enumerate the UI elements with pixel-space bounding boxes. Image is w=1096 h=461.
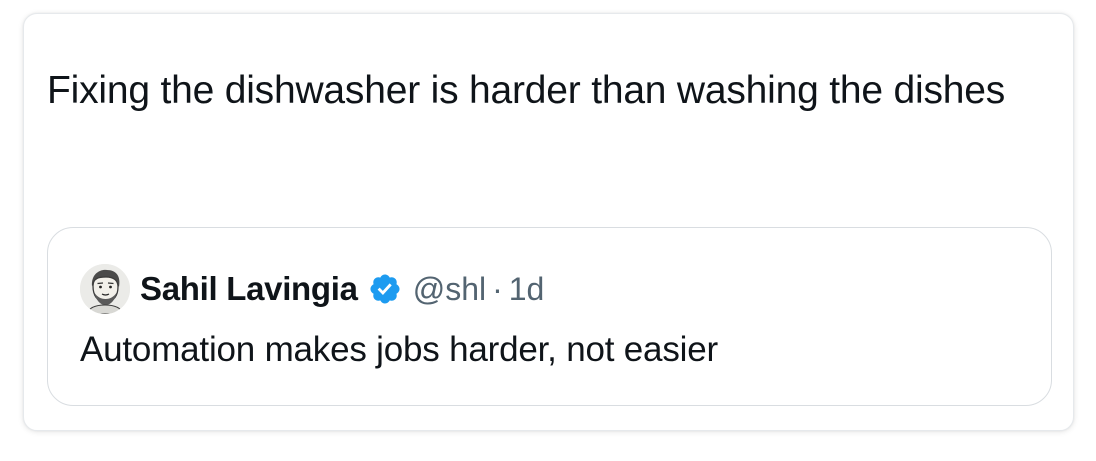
quoted-post-header: Sahil Lavingia @shl · 1d <box>80 264 544 314</box>
separator-dot: · <box>492 270 503 307</box>
verified-badge-icon <box>368 272 402 306</box>
quoted-post[interactable]: Sahil Lavingia @shl · 1d Automation make… <box>47 227 1052 406</box>
author-name[interactable]: Sahil Lavingia <box>140 270 358 308</box>
post-card[interactable]: Fixing the dishwasher is harder than was… <box>23 13 1074 431</box>
post-text: Fixing the dishwasher is harder than was… <box>47 69 1006 112</box>
avatar-illustration <box>80 264 130 314</box>
avatar[interactable] <box>80 264 130 314</box>
quoted-post-text: Automation makes jobs harder, not easier <box>80 330 718 369</box>
post-timestamp[interactable]: 1d <box>509 271 545 308</box>
author-handle[interactable]: @shl <box>413 271 486 308</box>
